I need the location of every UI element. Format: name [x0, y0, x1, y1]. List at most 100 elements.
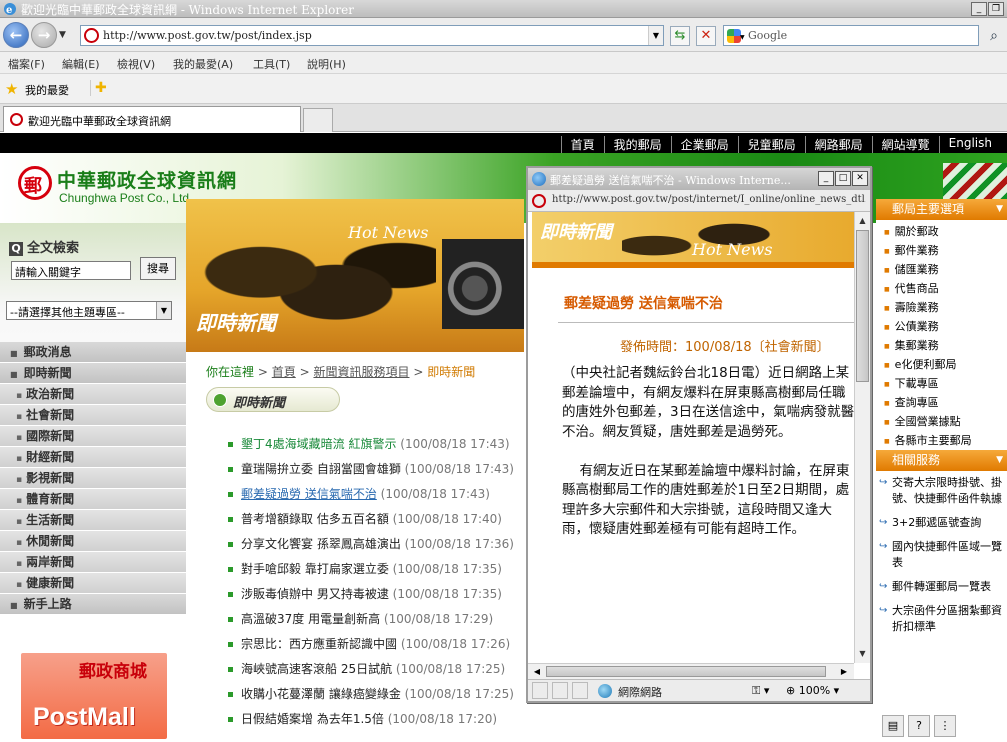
side-menu-item[interactable]: 兩岸新聞 — [0, 552, 186, 573]
side-menu-item[interactable]: 影視新聞 — [0, 468, 186, 489]
scroll-left-icon[interactable]: ◀ — [531, 665, 543, 678]
main-option-link[interactable]: 集郵業務 — [876, 336, 1007, 355]
main-option-link[interactable]: e化便利郵局 — [876, 355, 1007, 374]
news-title-link[interactable]: 收購小花蔓澤蘭 讓綠癌變綠金 — [241, 687, 401, 701]
top-link-online[interactable]: 網路郵局 — [804, 136, 872, 153]
news-title-link[interactable]: 郵差疑過勞 送信氣喘不治 — [241, 487, 377, 501]
top-link-sitemap[interactable]: 網站導覽 — [871, 136, 939, 153]
main-option-link[interactable]: 查詢專區 — [876, 393, 1007, 412]
news-title-link[interactable]: 宗思比：西方應重新認識中國 — [241, 637, 397, 651]
popup-minimize-button[interactable]: _ — [818, 171, 834, 186]
news-title-link[interactable]: 對手嗆邱毅 靠打扁家選立委 — [241, 562, 389, 576]
menu-favorites[interactable]: 我的最愛(A) — [173, 56, 233, 72]
menu-file[interactable]: 檔案(F) — [8, 56, 45, 72]
address-dropdown-icon[interactable]: ▼ — [648, 26, 663, 45]
main-option-link[interactable]: 各縣市主要郵局 — [876, 431, 1007, 450]
favorites-star-icon[interactable]: ★ — [5, 80, 18, 98]
post-logo-icon[interactable] — [18, 166, 52, 200]
side-menu-item[interactable]: 財經新聞 — [0, 447, 186, 468]
keyword-search-button[interactable]: 搜尋 — [140, 257, 176, 280]
popup-maximize-button[interactable]: □ — [835, 171, 851, 186]
related-service-link[interactable]: 大宗函件分區捆紮郵資折扣標準 — [876, 599, 1007, 639]
news-title-link[interactable]: 日假結婚案增 為去年1.5倍 — [241, 712, 384, 726]
breadcrumb-section[interactable]: 新聞資訊服務項目 — [313, 365, 409, 379]
related-service-link[interactable]: 交寄大宗限時掛號、掛號、快捷郵件函件執據 — [876, 471, 1007, 511]
stop-button[interactable]: ✕ — [696, 26, 716, 46]
top-link-home[interactable]: 首頁 — [560, 136, 604, 153]
top-link-english[interactable]: English — [938, 136, 1001, 153]
side-menu-item[interactable]: 健康新聞 — [0, 573, 186, 594]
main-option-link[interactable]: 代售商品 — [876, 279, 1007, 298]
favorites-button[interactable]: 我的最愛 — [25, 82, 69, 98]
main-option-link[interactable]: 關於郵政 — [876, 222, 1007, 241]
main-option-link[interactable]: 下載專區 — [876, 374, 1007, 393]
refresh-button[interactable]: ⇆ — [670, 26, 690, 46]
side-menu-item[interactable]: 休閒新聞 — [0, 531, 186, 552]
top-link-kids[interactable]: 兒童郵局 — [737, 136, 805, 153]
related-service-link[interactable]: 3+2郵遞區號查詢 — [876, 511, 1007, 535]
history-dropdown-icon[interactable]: ▼ — [59, 30, 66, 40]
top-nav: 首頁 我的郵局 企業郵局 兒童郵局 網路郵局 網站導覽 English — [0, 133, 1007, 153]
side-menu-item[interactable]: 新手上路 — [0, 594, 186, 615]
more-icon[interactable]: ⋮ — [934, 715, 956, 737]
menu-edit[interactable]: 編輯(E) — [62, 56, 100, 72]
main-option-link[interactable]: 壽險業務 — [876, 298, 1007, 317]
news-title-link[interactable]: 涉販毒偵辦中 男又持毒被逮 — [241, 587, 389, 601]
popup-horizontal-scrollbar[interactable]: ◀ ▶ — [528, 663, 854, 679]
main-option-link[interactable]: 公債業務 — [876, 317, 1007, 336]
scroll-up-icon[interactable]: ▲ — [856, 214, 869, 228]
scroll-thumb[interactable] — [546, 666, 826, 677]
minimize-button[interactable]: _ — [971, 2, 987, 16]
news-title-link[interactable]: 海峽號高速客滾船 25日試航 — [241, 662, 392, 676]
topic-select[interactable]: --請選擇其他主題專區-- ▼ — [6, 301, 172, 320]
top-link-my-post[interactable]: 我的郵局 — [603, 136, 671, 153]
news-title-link[interactable]: 墾丁4處海域藏暗流 紅旗警示 — [241, 437, 396, 451]
related-service-link[interactable]: 國內快捷郵件區域一覽表 — [876, 535, 1007, 575]
scroll-down-icon[interactable]: ▼ — [856, 647, 869, 661]
back-button[interactable]: ← — [3, 22, 29, 48]
related-service-link[interactable]: 郵件轉運郵局一覽表 — [876, 575, 1007, 599]
menu-tools[interactable]: 工具(T) — [253, 56, 290, 72]
popup-vertical-scrollbar[interactable]: ▲ ▼ — [854, 212, 870, 663]
menu-view[interactable]: 檢視(V) — [117, 56, 155, 72]
side-menu-item[interactable]: 郵政消息 — [0, 342, 186, 363]
news-popup-window: 郵差疑過勞 送信氣喘不治 - Windows Interne... _ □ ✕ … — [526, 166, 872, 703]
popup-close-button[interactable]: ✕ — [852, 171, 868, 186]
restore-button[interactable]: ❐ — [988, 2, 1004, 16]
forward-button[interactable]: → — [31, 22, 57, 48]
side-menu-item[interactable]: 即時新聞 — [0, 363, 186, 384]
side-menu-item[interactable]: 生活新聞 — [0, 510, 186, 531]
side-menu-item[interactable]: 體育新聞 — [0, 489, 186, 510]
breadcrumb-home[interactable]: 首頁 — [272, 365, 296, 379]
search-provider-dropdown-icon[interactable]: ▼ — [740, 34, 745, 41]
side-menu-item[interactable]: 社會新聞 — [0, 405, 186, 426]
main-option-link[interactable]: 儲匯業務 — [876, 260, 1007, 279]
news-title-link[interactable]: 高溫破37度 用電量創新高 — [241, 612, 380, 626]
news-title-link[interactable]: 普考增額錄取 估多五百名額 — [241, 512, 389, 526]
news-title-link[interactable]: 童瑞陽拚立委 自詡當國會雄獅 — [241, 462, 401, 476]
new-tab-button[interactable] — [303, 108, 333, 132]
print-icon[interactable]: ▤ — [882, 715, 904, 737]
postmall-banner[interactable]: 郵政商城 PostMall — [21, 653, 167, 739]
main-option-link[interactable]: 全國營業據點 — [876, 412, 1007, 431]
scroll-right-icon[interactable]: ▶ — [838, 665, 850, 678]
address-field[interactable]: http://www.post.gov.tw/post/index.jsp ▼ — [80, 25, 664, 46]
add-favorite-icon[interactable]: ✚ — [90, 80, 107, 96]
main-option-link[interactable]: 郵件業務 — [876, 241, 1007, 260]
side-menu-item[interactable]: 政治新聞 — [0, 384, 186, 405]
popup-url: http://www.post.gov.tw/post/internet/I_o… — [552, 194, 866, 205]
keyword-input[interactable]: 請輸入關鍵字 — [11, 261, 131, 280]
news-title-link[interactable]: 分享文化饗宴 孫翠鳳高雄演出 — [241, 537, 401, 551]
side-menu-item[interactable]: 國際新聞 — [0, 426, 186, 447]
top-link-business[interactable]: 企業郵局 — [670, 136, 738, 153]
zoom-level[interactable]: ⊕ 100% ▾ — [786, 684, 839, 697]
breadcrumb-current: 即時新聞 — [427, 365, 476, 379]
scroll-thumb[interactable] — [856, 230, 869, 382]
protected-mode-icon[interactable]: ⚿ ▾ — [752, 684, 769, 698]
menu-help[interactable]: 說明(H) — [307, 56, 346, 72]
help-icon[interactable]: ? — [908, 715, 930, 737]
tab-current[interactable]: 歡迎光臨中華郵政全球資訊網 — [3, 106, 301, 132]
browser-titlebar: e 歡迎光臨中華郵政全球資訊網 - Windows Internet Explo… — [0, 0, 1007, 18]
search-input[interactable]: ▼ Google — [723, 25, 979, 46]
search-button[interactable]: ⌕ — [984, 26, 1004, 46]
